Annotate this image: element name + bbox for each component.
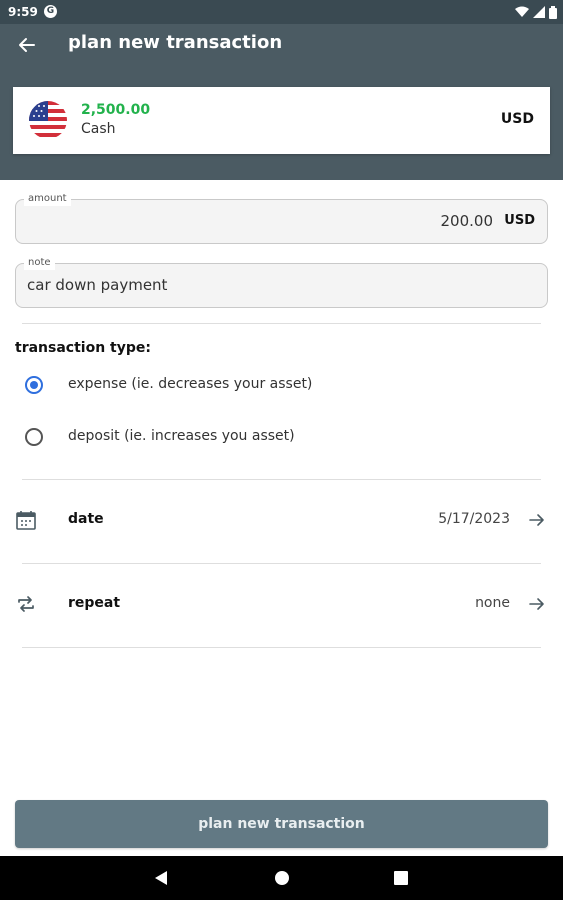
arrow-right-icon [529,514,544,526]
radio-deposit-button[interactable] [25,428,43,446]
radio-deposit[interactable]: deposit (ie. increases you asset) [15,416,535,456]
transaction-type-title: transaction type: [15,340,151,356]
arrow-left-icon [19,38,35,52]
note-field[interactable]: note car down payment [15,256,548,308]
divider [22,647,541,648]
notification-icon: G [44,5,57,18]
divider [22,479,541,480]
navigation-bar [0,856,563,900]
repeat-value: none [475,595,510,611]
battery-icon [549,5,557,19]
arrow-right-icon [529,598,544,610]
note-value: car down payment [27,276,168,294]
circle-home-icon [275,871,289,885]
signal-icon [533,6,545,18]
nav-recents-button[interactable] [391,868,411,888]
status-icons [515,4,557,20]
page-title: plan new transaction [68,32,283,53]
square-recents-icon [394,871,408,885]
repeat-row[interactable]: repeat none [0,580,563,630]
date-row[interactable]: date 5/17/2023 [0,496,563,546]
triangle-back-icon [155,871,167,885]
account-card[interactable]: 2,500.00 Cash USD [13,87,550,154]
amount-field[interactable]: amount 200.00 USD [15,192,548,244]
amount-label: amount [24,192,71,206]
account-currency: USD [500,111,534,127]
status-bar: 9:59 G [0,0,563,24]
amount-currency: USD [504,213,535,228]
plan-transaction-button[interactable]: plan new transaction [15,800,548,848]
divider [22,323,541,324]
account-balance: 2,500.00 [81,102,151,118]
us-flag-icon [29,101,67,139]
calendar-icon [16,511,36,530]
nav-home-button[interactable] [272,868,292,888]
nav-back-button[interactable] [151,868,171,888]
radio-expense-label: expense (ie. decreases your asset) [68,376,313,392]
account-name: Cash [81,121,116,137]
radio-deposit-label: deposit (ie. increases you asset) [68,428,295,444]
radio-expense[interactable]: expense (ie. decreases your asset) [15,364,535,404]
radio-expense-button[interactable] [25,376,43,394]
repeat-icon [18,596,34,612]
date-value: 5/17/2023 [438,511,510,527]
amount-value: 200.00 [440,212,494,230]
wifi-icon [515,6,529,17]
repeat-label: repeat [68,595,121,611]
status-time: 9:59 [8,5,38,19]
note-label: note [24,256,55,270]
back-button[interactable] [12,30,42,60]
divider [22,563,541,564]
date-label: date [68,511,104,527]
